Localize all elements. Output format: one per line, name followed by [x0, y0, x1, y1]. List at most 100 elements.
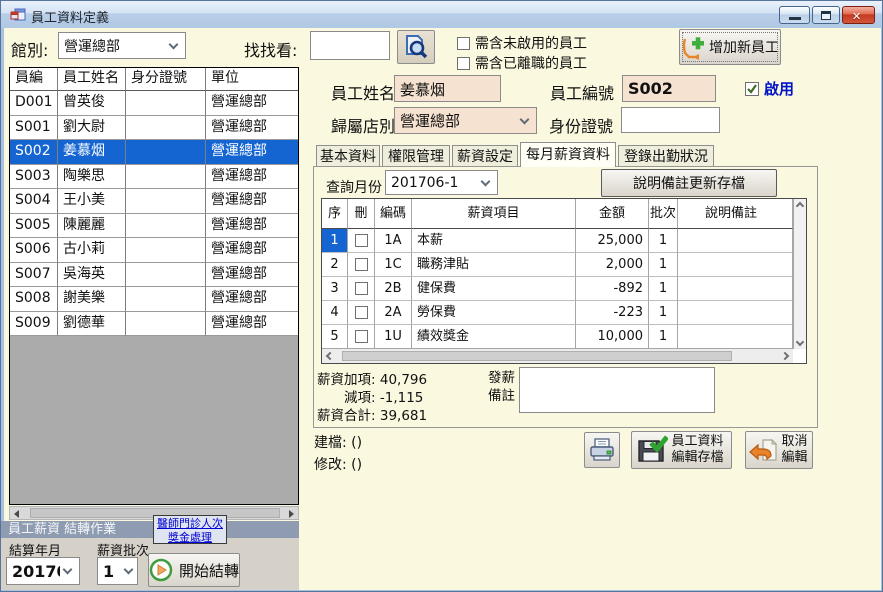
salary-row[interactable]: 3 2B 健保費 -892 1 [322, 277, 793, 301]
employee-id: S004 [10, 189, 58, 214]
employee-row[interactable]: S004 王小美 營運總部 [10, 189, 298, 214]
batch-select[interactable]: 1 [97, 557, 138, 585]
title-bar[interactable]: 員工資料定義 ✕ [1, 1, 883, 28]
employee-id: S008 [10, 287, 58, 312]
active-checkbox[interactable]: 啟用 [745, 78, 794, 99]
close-button[interactable]: ✕ [842, 6, 875, 24]
col-header-code[interactable]: 編碼 [375, 199, 412, 229]
include-resigned-checkbox[interactable]: 需含已離職的員工 [457, 53, 587, 73]
scroll-left-icon[interactable] [14, 510, 19, 518]
form-icon [10, 7, 26, 23]
employee-idno [126, 165, 206, 190]
salary-code: 2A [375, 301, 412, 325]
scroll-up-icon[interactable] [796, 202, 804, 210]
employee-row[interactable]: S008 謝美樂 營運總部 [10, 287, 298, 312]
employee-idno [126, 312, 206, 337]
col-header-name[interactable]: 員工姓名 [58, 68, 126, 91]
col-header-id[interactable]: 員編 [10, 68, 58, 91]
scroll-right-icon[interactable] [781, 352, 789, 360]
salary-delete-cell[interactable] [348, 325, 375, 349]
employee-row[interactable]: S001 劉大尉 營運總部 [10, 116, 298, 141]
col-header-delete[interactable]: 刪 [348, 199, 375, 229]
salary-total-label: 薪資合計: [317, 408, 376, 424]
chevron-down-icon [481, 176, 491, 186]
col-header-amount[interactable]: 金額 [576, 199, 649, 229]
salary-delete-cell[interactable] [348, 301, 375, 325]
query-month-label: 查詢月份 [326, 177, 382, 197]
salary-item: 本薪 [412, 229, 576, 253]
add-employee-icon [681, 33, 707, 61]
employee-unit: 營運總部 [206, 165, 298, 190]
col-header-batch[interactable]: 批次 [649, 199, 678, 229]
scroll-right-icon[interactable] [289, 510, 294, 518]
col-header-idno[interactable]: 身分證號 [126, 68, 206, 91]
tab-basic-info[interactable]: 基本資料 [316, 145, 380, 167]
col-header-seq[interactable]: 序 [322, 199, 348, 229]
salary-batch: 1 [649, 325, 678, 349]
start-transfer-button[interactable]: 開始結轉 [148, 553, 240, 587]
window-title: 員工資料定義 [31, 7, 109, 26]
print-button[interactable] [584, 432, 620, 468]
tab-permissions[interactable]: 權限管理 [382, 145, 450, 167]
save-button[interactable]: 員工資料編輯存檔 [631, 431, 732, 469]
employee-row[interactable]: S007 吳海英 營運總部 [10, 263, 298, 288]
salary-delete-cell[interactable] [348, 277, 375, 301]
search-button[interactable] [397, 30, 435, 64]
modified-label: 修改: [314, 457, 347, 473]
chevron-down-icon [520, 114, 530, 124]
scroll-down-icon[interactable] [796, 338, 804, 346]
salary-grid-vscrollbar[interactable] [793, 199, 806, 349]
employee-row[interactable]: D001 曾英俊 營運總部 [10, 91, 298, 116]
employee-row[interactable]: S003 陶樂思 營運總部 [10, 165, 298, 190]
employee-unit: 營運總部 [206, 287, 298, 312]
scroll-left-icon[interactable] [326, 352, 334, 360]
search-input[interactable] [310, 31, 390, 60]
salary-batch: 1 [649, 301, 678, 325]
employee-idno [126, 263, 206, 288]
update-notes-button[interactable]: 說明備註更新存檔 [601, 169, 777, 197]
tab-salary-settings[interactable]: 薪資設定 [452, 145, 518, 167]
include-inactive-checkbox[interactable]: 需含未啟用的員工 [457, 33, 587, 53]
query-month-select[interactable]: 201706-1 [385, 170, 498, 195]
tab-monthly-salary[interactable]: 每月薪資資料 [520, 142, 616, 167]
salary-note [678, 325, 793, 349]
employee-id: S002 [10, 140, 58, 165]
branch-select[interactable]: 營運總部 [58, 32, 186, 59]
salary-row[interactable]: 1 1A 本薪 25,000 1 [322, 229, 793, 253]
store-select[interactable]: 營運總部 [394, 107, 537, 134]
add-employee-button[interactable]: 增加新員工 [679, 29, 781, 65]
employee-row[interactable]: S006 古小莉 營運總部 [10, 238, 298, 263]
salary-delete-cell[interactable] [348, 253, 375, 277]
cancel-edit-button[interactable]: 取消編輯 [745, 431, 813, 469]
employee-row-selected[interactable]: S002 姜慕烟 營運總部 [10, 140, 298, 165]
scroll-thumb[interactable] [342, 351, 732, 361]
salary-row[interactable]: 5 1U 績效獎金 10,000 1 [322, 325, 793, 349]
tab-attendance[interactable]: 登錄出勤狀況 [618, 145, 714, 167]
doctor-bonus-link[interactable]: 醫師門診人次獎金處理 [153, 515, 227, 544]
salary-delete-cell[interactable] [348, 229, 375, 253]
col-header-note[interactable]: 說明備註 [678, 199, 793, 229]
col-header-unit[interactable]: 單位 [206, 68, 298, 91]
employee-row[interactable]: S009 劉德華 營運總部 [10, 312, 298, 337]
modified-row: 修改: () [314, 454, 362, 474]
transfer-header: 員工薪資 結轉作業 [1, 521, 299, 538]
salary-grid-header: 序 刪 編碼 薪資項目 金額 批次 說明備註 [322, 199, 793, 229]
salary-row[interactable]: 4 2A 勞保費 -223 1 [322, 301, 793, 325]
employee-id-field[interactable]: S002 [622, 75, 716, 102]
idcard-field[interactable] [621, 107, 720, 133]
start-transfer-label: 開始結轉 [179, 560, 239, 581]
employee-row[interactable]: S005 陳麗麗 營運總部 [10, 214, 298, 239]
pay-note-textarea[interactable] [519, 367, 715, 413]
employee-name: 姜慕烟 [58, 140, 126, 165]
salary-grid-hscrollbar[interactable] [322, 348, 793, 363]
col-header-item[interactable]: 薪資項目 [412, 199, 576, 229]
period-value: 201706 [12, 562, 60, 581]
salary-code: 1U [375, 325, 412, 349]
minimize-button[interactable] [779, 6, 810, 24]
employee-name-field[interactable]: 姜慕烟 [394, 75, 501, 102]
salary-note [678, 277, 793, 301]
maximize-button[interactable] [812, 6, 840, 24]
checkbox-icon [457, 57, 470, 70]
salary-row[interactable]: 2 1C 職務津貼 2,000 1 [322, 253, 793, 277]
period-select[interactable]: 201706 [6, 557, 80, 585]
